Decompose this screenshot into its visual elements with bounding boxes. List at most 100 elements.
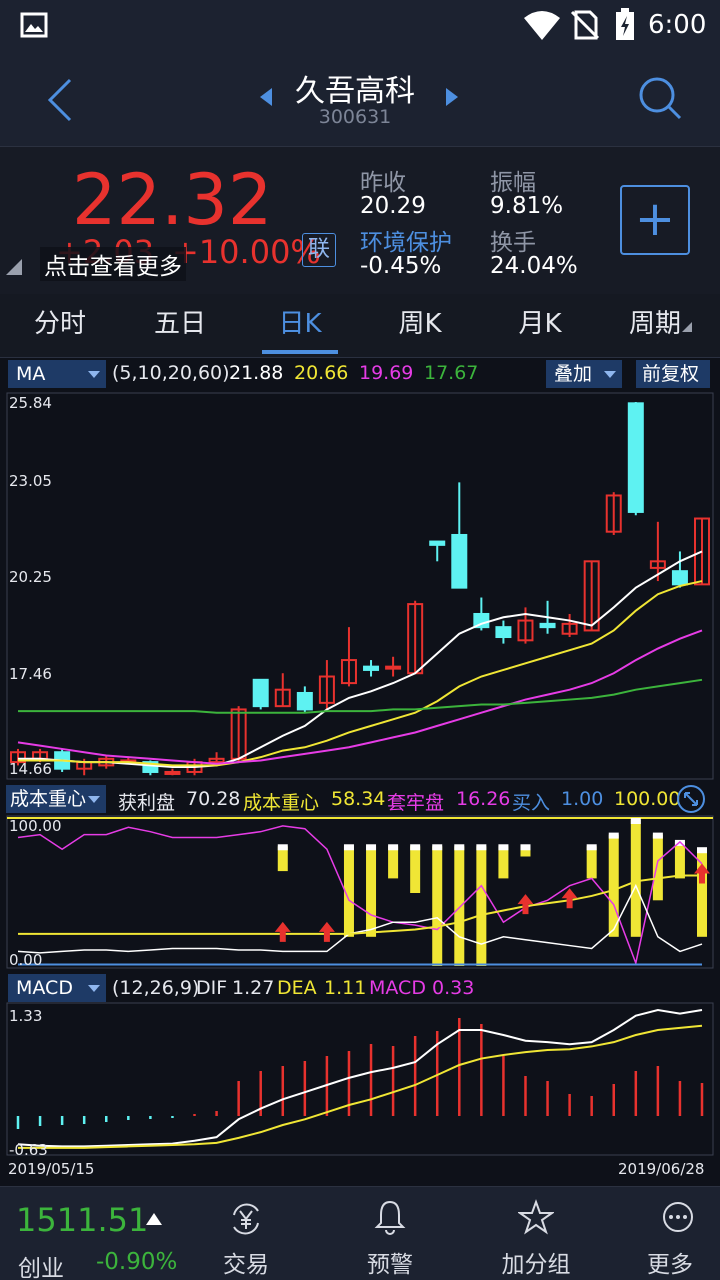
cost-bar-cap [432, 844, 443, 851]
sector-link[interactable]: 环境保护 [360, 223, 452, 257]
status-bar: 6:00 [0, 0, 720, 52]
candle-body [429, 540, 446, 546]
ma-y-tick-1: 25.84 [9, 394, 52, 412]
macd-y-bottom: -0.63 [9, 1141, 48, 1159]
cost-bar [498, 846, 509, 879]
nav-trade[interactable]: 交易 [186, 1187, 306, 1280]
profit-label: 获利盘 [118, 792, 176, 814]
dea-line [18, 1024, 703, 1149]
index-name: 创业 [18, 1256, 64, 1280]
bell-icon [374, 1200, 406, 1235]
index-value[interactable]: 1511.51 [16, 1201, 148, 1239]
star-icon [518, 1199, 554, 1235]
tab-weekly-k[interactable]: 周K [360, 294, 480, 358]
nav-alert-label: 预警 [367, 1252, 413, 1278]
yen-exchange-icon [233, 1203, 259, 1235]
amplitude-label: 振幅 [490, 170, 536, 196]
nav-add-group[interactable]: 加分组 [476, 1187, 596, 1280]
battery-charging-icon [616, 8, 634, 40]
active-tab-indicator [262, 350, 338, 354]
stock-name: 久吾高科 [295, 74, 415, 109]
chart-svg[interactable] [0, 358, 720, 1180]
image-icon [20, 12, 48, 38]
prev-stock-icon[interactable] [258, 88, 274, 106]
ma-y-tick-5: 14.66 [9, 760, 52, 778]
cost-bar [476, 846, 487, 966]
cost-bar [388, 846, 399, 879]
prev-close: 20.29 [360, 193, 426, 219]
cost-bar-cap [697, 847, 707, 854]
macd-label: MACD [369, 977, 426, 999]
expand-icon[interactable] [676, 784, 706, 814]
cost-bar-cap [498, 844, 509, 851]
index-up-icon [146, 1213, 162, 1225]
cost-center-line [18, 874, 702, 935]
cost-bar-cap [608, 832, 619, 839]
cost-y-bottom: 0.00 [9, 951, 43, 969]
chart-area: MA (5,10,20,60) 21.88 20.66 19.69 17.67 … [0, 358, 720, 1180]
macd-selector[interactable]: MACD [8, 974, 106, 1002]
cost-bar-cap [586, 844, 597, 851]
wifi-icon [524, 11, 560, 40]
tab-five-day[interactable]: 五日 [120, 294, 240, 358]
sector-change: -0.45% [360, 253, 442, 279]
link-badge[interactable]: 联 [302, 233, 336, 267]
current-price: 22.32 [72, 159, 273, 241]
buy-signal-arrow [274, 921, 291, 942]
candle-body [451, 533, 468, 589]
candle-body [164, 770, 181, 775]
back-arrow-icon[interactable] [46, 78, 74, 122]
cost-bar [674, 841, 685, 879]
dif-line [17, 1008, 703, 1148]
buy-signal-arrow [561, 888, 578, 909]
cost-selector-label: 成本重心 [10, 788, 87, 810]
buy-signal-arrow [694, 863, 710, 884]
ma-y-tick-2: 23.05 [9, 472, 52, 490]
quote-panel[interactable]: 22.32 +2.03 +10.00% 点击查看更多 联 昨收 20.29 环境… [0, 146, 720, 294]
cost-value: 58.34 [331, 788, 386, 810]
candle-body [495, 626, 512, 639]
search-icon[interactable] [636, 74, 684, 122]
nav-more[interactable]: 更多 [620, 1187, 720, 1280]
tab-period[interactable]: 周期 [600, 294, 710, 358]
cost-label: 成本重心 [243, 792, 320, 814]
more-dots-icon [663, 1202, 693, 1232]
profit-value: 70.28 [186, 788, 241, 810]
nav-add-group-label: 加分组 [501, 1252, 571, 1278]
price-change-pct: +10.00% [172, 233, 321, 271]
tab-daily-k[interactable]: 日K [240, 294, 360, 358]
trapped-line [17, 883, 703, 954]
cost-bar-cap [630, 818, 641, 824]
index-change: -0.90% [96, 1249, 178, 1275]
macd-params: (12,26,9) [112, 977, 200, 999]
tap-hint[interactable]: 点击查看更多 [40, 247, 186, 281]
prev-close-label: 昨收 [360, 170, 406, 196]
corner-triangle-icon [6, 259, 22, 275]
cost-bar [652, 834, 663, 901]
cost-bar [586, 846, 597, 879]
ma-y-tick-4: 17.46 [9, 665, 52, 683]
add-watchlist-button[interactable]: + [620, 185, 690, 255]
cost-bar [697, 849, 707, 937]
cost-bar [410, 846, 421, 893]
trapped-value: 16.26 [456, 788, 511, 810]
buy-label: 买入 [512, 792, 551, 814]
tab-intraday[interactable]: 分时 [0, 294, 120, 358]
candle-body [539, 622, 556, 629]
cost-bar-cap [343, 844, 354, 851]
status-time: 6:00 [648, 10, 707, 40]
cost-bar [454, 846, 465, 966]
dif-value: 1.27 [232, 977, 275, 999]
nav-alert[interactable]: 预警 [330, 1187, 450, 1280]
candle-body [671, 570, 688, 586]
nav-more-label: 更多 [647, 1252, 693, 1278]
cost-bar [630, 820, 641, 937]
date-start: 2019/05/15 [8, 1160, 95, 1178]
cost-bar [432, 846, 443, 966]
cost-bar-cap [388, 844, 399, 851]
dea-label: DEA [277, 977, 317, 999]
tab-monthly-k[interactable]: 月K [480, 294, 600, 358]
cost-selector[interactable]: 成本重心 [6, 785, 106, 813]
buy-value: 1.00 [561, 788, 604, 810]
next-stock-icon[interactable] [444, 88, 460, 106]
